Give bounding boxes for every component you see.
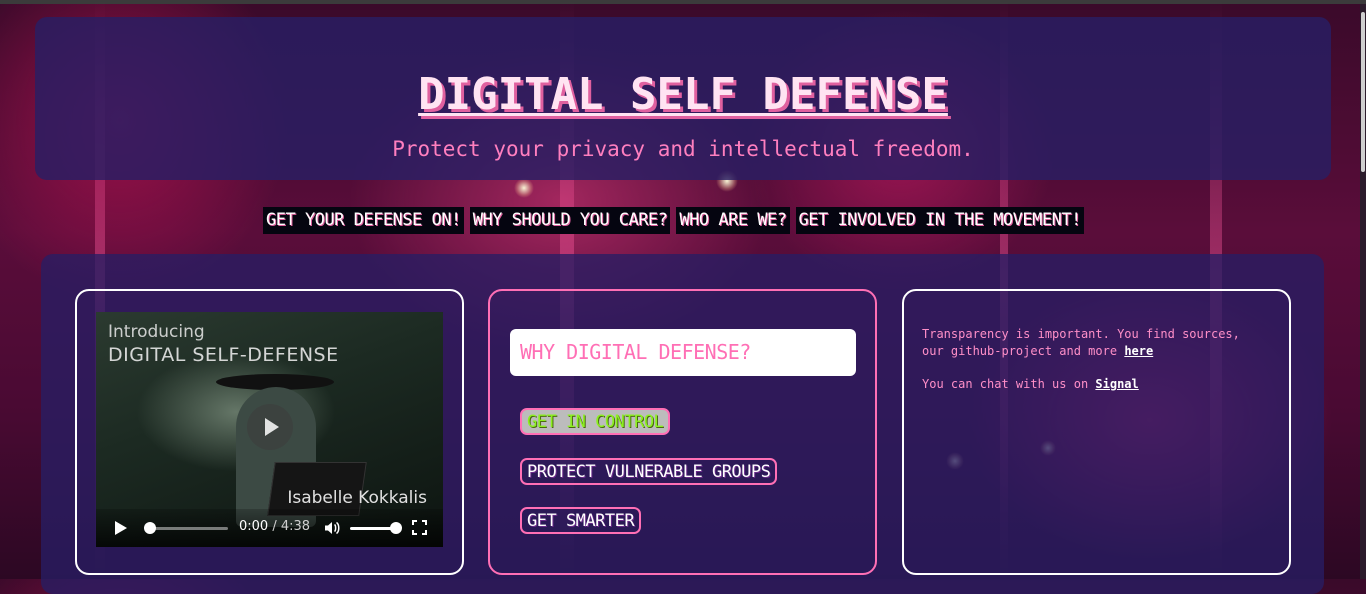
fullscreen-icon[interactable] xyxy=(412,520,427,535)
current-time: 0:00 xyxy=(239,519,269,534)
video-kicker: Introducing xyxy=(108,322,205,342)
nav-link-get-defense[interactable]: GET YOUR DEFENSE ON! xyxy=(263,207,464,234)
nav-link-get-involved[interactable]: GET INVOLVED IN THE MOVEMENT! xyxy=(795,207,1084,234)
volume-icon[interactable] xyxy=(324,520,340,536)
duration: 4:38 xyxy=(280,519,311,534)
video-controls: 0:00 / 4:38 xyxy=(96,509,443,547)
page-scrollbar[interactable] xyxy=(1360,4,1366,579)
seek-slider[interactable] xyxy=(144,522,228,534)
video-presenter-name: Isabelle Kokkalis xyxy=(287,488,427,508)
signal-link[interactable]: Signal xyxy=(1095,377,1138,391)
browser-top-edge xyxy=(0,0,1366,4)
info-text-block: Transparency is important. You find sour… xyxy=(922,326,1267,409)
why-heading: WHY DIGITAL DEFENSE? xyxy=(510,329,856,376)
chat-paragraph: You can chat with us on Signal xyxy=(922,376,1267,393)
seek-knob[interactable] xyxy=(144,522,156,534)
get-in-control-button[interactable]: GET IN CONTROL xyxy=(520,408,671,435)
play-icon xyxy=(265,418,279,436)
play-icon[interactable] xyxy=(115,521,127,535)
background-lamp xyxy=(514,178,534,198)
sources-link[interactable]: here xyxy=(1124,344,1153,358)
protect-vulnerable-groups-button[interactable]: PROTECT VULNERABLE GROUPS xyxy=(520,458,778,485)
volume-slider[interactable] xyxy=(350,522,402,534)
nav-link-who-are-we[interactable]: WHO ARE WE? xyxy=(676,207,790,234)
chat-text: You can chat with us on xyxy=(922,377,1089,391)
header-panel: DIGITAL SELF DEFENSE Protect your privac… xyxy=(35,17,1331,180)
nav-link-why-care[interactable]: WHY SHOULD YOU CARE? xyxy=(469,207,671,234)
main-nav: GET YOUR DEFENSE ON! WHY SHOULD YOU CARE… xyxy=(263,207,1084,234)
time-separator: / xyxy=(272,519,277,534)
transparency-paragraph: Transparency is important. You find sour… xyxy=(922,326,1267,360)
video-title-overlay: DIGITAL SELF-DEFENSE xyxy=(108,344,339,366)
scrollbar-thumb[interactable] xyxy=(1361,12,1365,172)
site-tagline: Protect your privacy and intellectual fr… xyxy=(392,137,974,161)
video-player[interactable]: Introducing DIGITAL SELF-DEFENSE Isabell… xyxy=(96,312,443,547)
big-play-button[interactable] xyxy=(247,404,293,450)
transparency-text: Transparency is important. You find sour… xyxy=(922,327,1240,358)
get-smarter-button[interactable]: GET SMARTER xyxy=(520,507,642,534)
volume-knob[interactable] xyxy=(390,522,402,534)
site-title: DIGITAL SELF DEFENSE xyxy=(418,69,948,120)
time-display: 0:00 / 4:38 xyxy=(239,519,310,534)
